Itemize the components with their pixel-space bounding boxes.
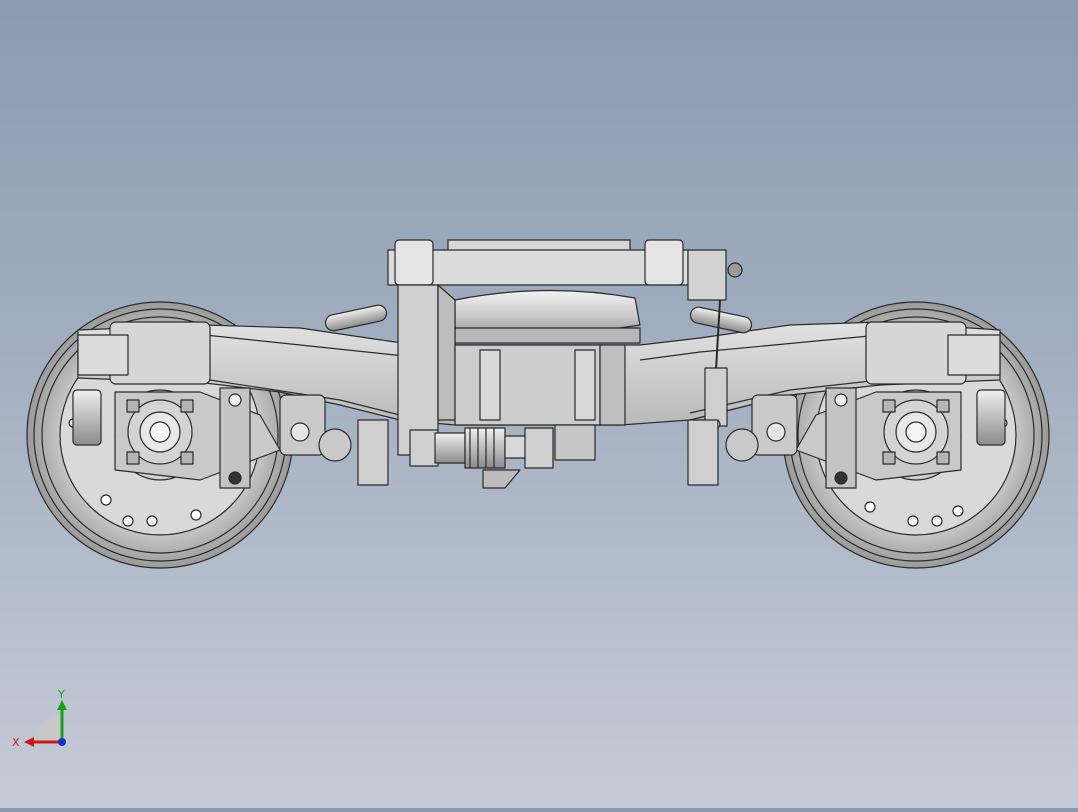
triad-plane (32, 714, 60, 742)
bogie-model (26, 239, 1050, 569)
left-damper (324, 304, 388, 332)
air-spring (454, 289, 641, 344)
coordinate-triad: Y X (10, 680, 80, 760)
left-bracket (357, 419, 389, 486)
cad-viewport[interactable] (0, 0, 1078, 808)
z-axis-icon (58, 738, 66, 746)
right-damper (689, 306, 753, 334)
y-axis-label: Y (57, 688, 65, 701)
right-bracket (687, 419, 719, 486)
traction-rod (409, 424, 596, 489)
x-axis-label: X (12, 736, 20, 749)
